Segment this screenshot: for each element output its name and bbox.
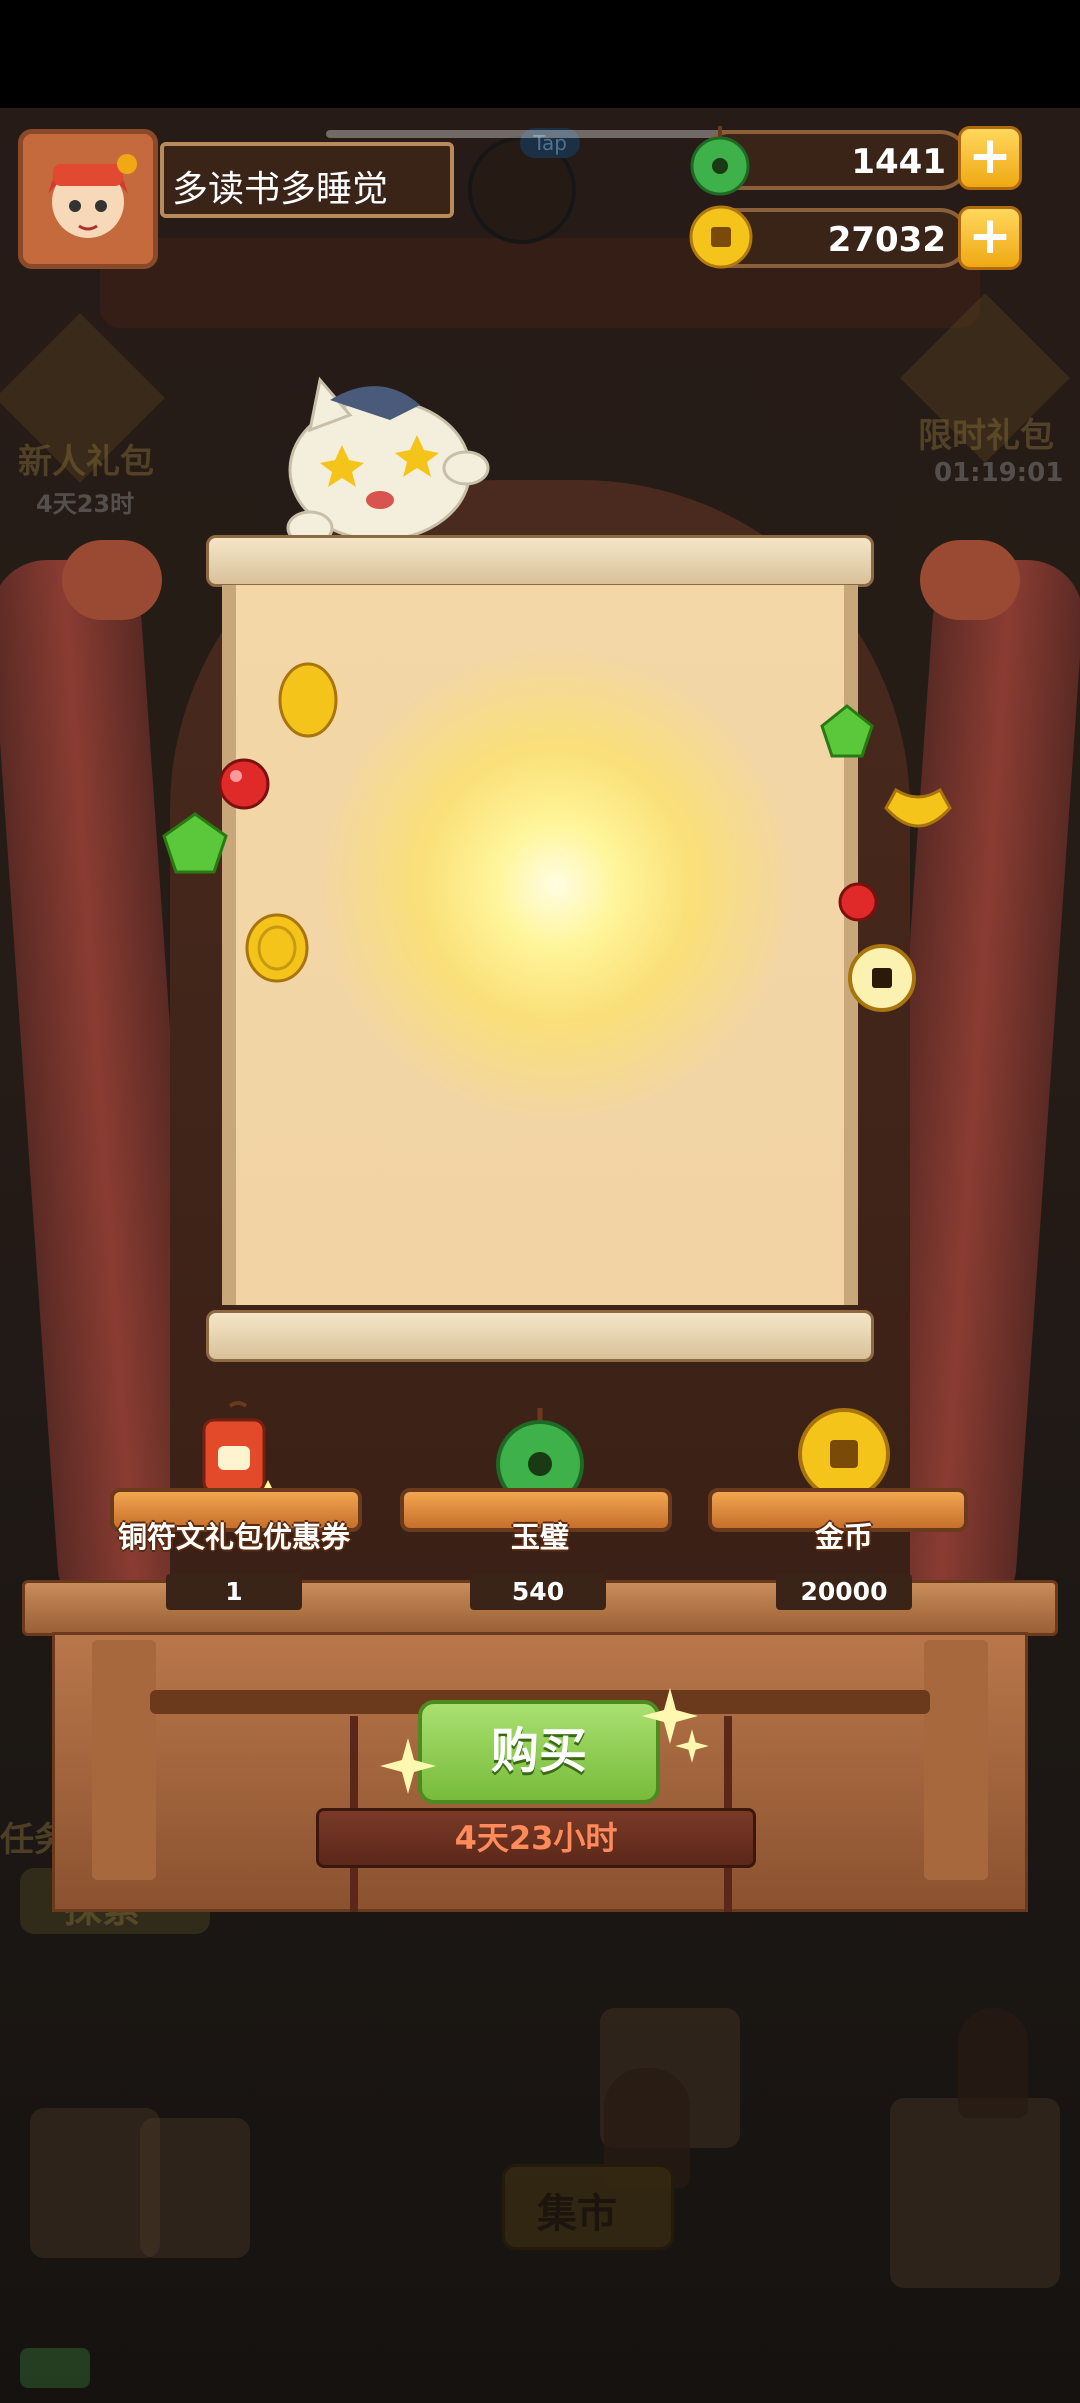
sparkle-icon [380,1738,436,1794]
remaining-time: 4天23小时 [316,1808,756,1868]
coin-floating-icon [848,944,916,1012]
avatar-portrait-icon [23,134,153,264]
reward-label: 金币 [814,1520,873,1554]
reward-qty: 1 [166,1574,302,1610]
jade-disc-icon [690,126,750,196]
jade-amount: 1441 [851,142,946,182]
cat-mascot-icon [286,376,490,546]
player-avatar[interactable] [18,129,158,269]
scroll-top-roller [206,535,874,587]
add-jade-button[interactable]: + [958,126,1022,190]
buy-button[interactable]: 购买 [418,1700,660,1804]
add-coin-button[interactable]: + [958,206,1022,270]
red-gem-icon [838,882,878,922]
green-gem-icon [162,812,228,874]
reward-label: 玉璧 [510,1520,569,1554]
coin-floating-icon [245,913,309,983]
gold-ingot-icon [278,662,338,738]
table-leg [92,1640,156,1880]
coin-amount: 27032 [827,220,946,260]
scroll-bottom-roller [206,1310,874,1362]
reward-qty: 540 [470,1574,606,1610]
green-gem-icon [820,704,874,758]
reward-qty: 20000 [776,1574,912,1610]
reward-label: 铜符文礼包优惠券 [117,1520,350,1554]
right-curtain-knot [920,540,1020,620]
player-name-plate[interactable]: 多读书多睡觉 [160,142,454,218]
gold-ingot-icon [884,787,952,828]
table-leg [924,1640,988,1880]
player-name: 多读书多睡觉 [172,169,389,210]
coupon-icon [202,1401,280,1500]
red-gem-icon [218,758,270,810]
sparkle-icon [675,1729,709,1763]
left-curtain-knot [62,540,162,620]
glow-burst [316,645,796,1125]
gold-coin-icon [689,205,753,269]
